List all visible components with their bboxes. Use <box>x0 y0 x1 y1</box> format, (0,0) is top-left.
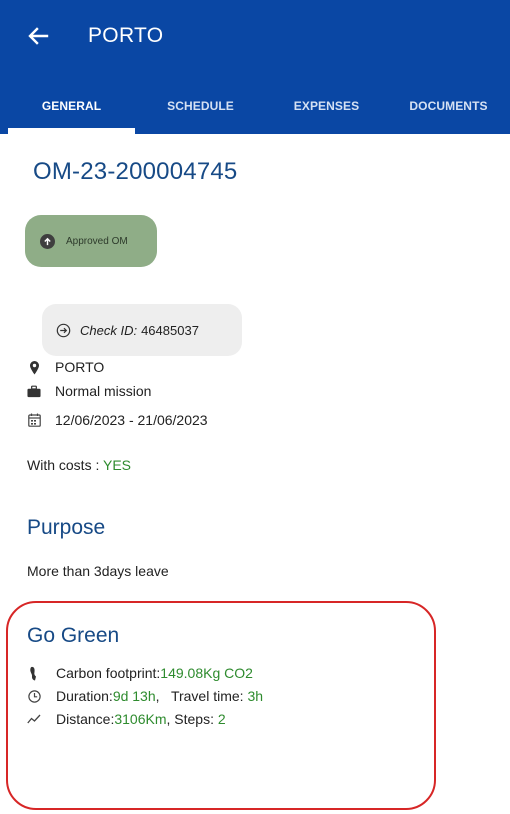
purpose-title: Purpose <box>27 516 106 539</box>
back-arrow-icon[interactable] <box>24 22 52 50</box>
tab-schedule[interactable]: SCHEDULE <box>135 78 266 134</box>
travel-time-value: 3h <box>247 688 264 704</box>
check-id-label: Check ID: <box>80 322 138 338</box>
calendar-icon <box>27 412 41 428</box>
page-title: PORTO <box>88 24 164 47</box>
go-green-title: Go Green <box>27 624 120 647</box>
dates-row: 12/06/2023 - 21/06/2023 <box>27 412 208 428</box>
briefcase-icon <box>27 383 41 399</box>
carbon-label: Carbon footprint: <box>56 665 161 681</box>
duration-row: Duration: 9d 13h, Travel time: 3h <box>27 688 263 704</box>
mission-code: OM-23-200004745 <box>33 158 238 185</box>
title-bar: PORTO <box>0 0 510 78</box>
app-bar: PORTO GENERAL SCHEDULE EXPENSES DOCUMENT… <box>0 0 510 134</box>
purpose-text: More than 3days leave <box>27 563 169 579</box>
duration-label: Duration: <box>56 688 113 704</box>
costs-label: With costs : <box>27 457 103 473</box>
mission-type-row: Normal mission <box>27 383 151 399</box>
mission-type-text: Normal mission <box>55 383 152 399</box>
tab-general[interactable]: GENERAL <box>8 78 135 134</box>
map-pin-icon <box>27 359 41 375</box>
carbon-value: 149.08Kg CO2 <box>160 665 253 681</box>
tab-expenses[interactable]: EXPENSES <box>266 78 387 134</box>
check-id-value: 46485037 <box>141 322 199 338</box>
costs-row: With costs : YES <box>27 457 131 473</box>
distance-row: Distance: 3106Km, Steps: 2 <box>27 711 226 727</box>
distance-value: 3106Km <box>114 711 167 727</box>
duration-value: 9d 13h <box>112 688 156 704</box>
status-badge: Approved OM <box>25 215 157 267</box>
travel-time-label: , Travel time: <box>155 688 248 704</box>
dates-text: 12/06/2023 - 21/06/2023 <box>55 412 208 428</box>
tab-bar: GENERAL SCHEDULE EXPENSES DOCUMENTS <box>0 78 510 134</box>
arrow-up-circle-icon <box>40 233 55 249</box>
clock-icon <box>27 688 41 704</box>
active-tab-indicator <box>8 128 135 134</box>
location-row: PORTO <box>27 359 104 375</box>
arrow-right-circle-icon <box>56 323 71 338</box>
status-badge-label: Approved OM <box>66 235 128 247</box>
check-id-chip[interactable]: Check ID: 46485037 <box>42 304 242 356</box>
costs-value: YES <box>102 457 131 473</box>
footprint-icon <box>27 665 41 681</box>
carbon-footprint-row: Carbon footprint: 149.08Kg CO2 <box>27 665 253 681</box>
distance-label: Distance: <box>56 711 115 727</box>
trend-line-icon <box>27 711 41 727</box>
tab-documents[interactable]: DOCUMENTS <box>387 78 510 134</box>
steps-value: 2 <box>217 711 226 727</box>
steps-label: , Steps: <box>166 711 218 727</box>
location-text: PORTO <box>55 359 105 375</box>
